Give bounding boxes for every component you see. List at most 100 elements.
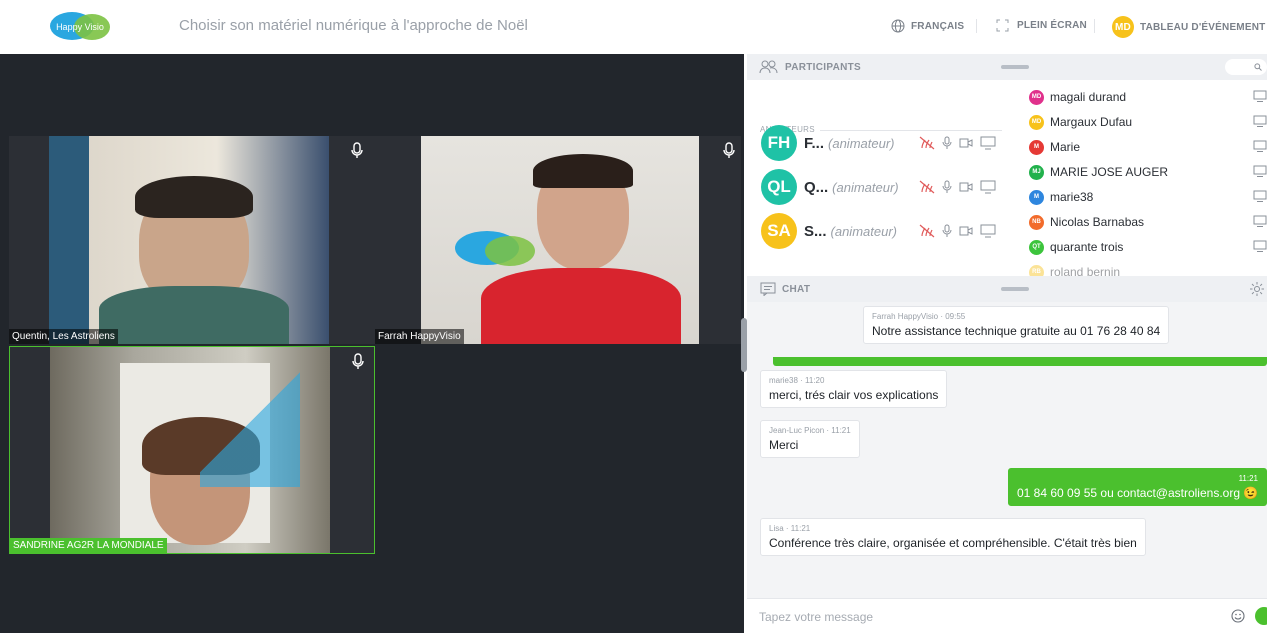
happyvisio-logo[interactable]: Happy Visio	[48, 10, 112, 42]
screen-icon	[1253, 90, 1267, 102]
message-author: Jean-Luc Picon	[769, 426, 825, 435]
logo-text: Happy Visio	[56, 22, 104, 32]
screen-icon	[1253, 115, 1267, 127]
screen-icon	[1253, 140, 1267, 152]
participant-name: magali durand	[1050, 90, 1127, 104]
chat-icon	[760, 282, 776, 296]
hand-off-icon[interactable]	[919, 180, 935, 194]
camera-icon[interactable]	[959, 181, 973, 193]
avatar: MD	[1029, 114, 1044, 130]
microphone-icon[interactable]	[942, 224, 952, 238]
message-author: marie38	[769, 376, 798, 385]
hand-off-icon[interactable]	[919, 136, 935, 150]
avatar: RB	[1029, 264, 1044, 276]
page-title: Choisir son matériel numérique à l'appro…	[179, 17, 528, 34]
participant-name: Quentin, Les Astroliens	[9, 329, 118, 344]
expand-icon	[996, 19, 1009, 32]
participant-row[interactable]: M Marie	[1029, 137, 1267, 157]
camera-icon[interactable]	[959, 137, 973, 149]
avatar: QL	[761, 169, 797, 205]
message-meta: Farrah HappyVisio · 09:55	[872, 312, 966, 321]
microphone-icon[interactable]	[942, 180, 952, 194]
message-text: Notre assistance technique gratuite au 0…	[872, 324, 1161, 338]
participant-name: Margaux Dufau	[1050, 115, 1133, 129]
video-feed	[421, 136, 699, 344]
dashboard-label: TABLEAU D'ÉVÉNEMENT	[1140, 21, 1266, 33]
header-divider	[1094, 19, 1095, 33]
animator-controls	[919, 224, 996, 238]
chat-header[interactable]: CHAT	[747, 276, 1267, 302]
send-button[interactable]	[1255, 607, 1267, 625]
emoji-icon[interactable]	[1231, 609, 1245, 623]
participant-row[interactable]: RB roland bernin	[1029, 262, 1267, 276]
message-text: 01 84 60 09 55 ou contact@astroliens.org…	[1017, 486, 1259, 500]
participant-row[interactable]: NB Nicolas Barnabas	[1029, 212, 1267, 232]
fullscreen-button[interactable]: PLEIN ÉCRAN	[996, 19, 1087, 32]
camera-icon[interactable]	[959, 225, 973, 237]
collapse-handle[interactable]	[1001, 287, 1029, 291]
screen-icon	[1253, 165, 1267, 177]
side-panel: PARTICIPANTS ANIMATEURS FH F... (animate…	[747, 54, 1267, 633]
participant-search[interactable]	[1225, 59, 1267, 75]
video-tile-quentin[interactable]: Quentin, Les Astroliens	[9, 136, 375, 344]
globe-icon	[891, 19, 905, 33]
screen-icon	[1253, 240, 1267, 252]
avatar: QT	[1029, 239, 1044, 255]
animator-name: F...	[804, 134, 825, 152]
hand-off-icon[interactable]	[919, 224, 935, 238]
screen-share-icon[interactable]	[980, 136, 996, 150]
participant-row[interactable]: M marie38	[1029, 187, 1267, 207]
collapse-handle[interactable]	[1001, 65, 1029, 69]
message-meta: Jean-Luc Picon · 11:21	[769, 426, 851, 435]
video-feed	[50, 347, 330, 553]
chat-message: marie38 · 11:20 merci, trés clair vos ex…	[760, 370, 948, 408]
animator-role: (animateur)	[830, 223, 897, 239]
animator-controls	[919, 136, 996, 150]
animator-name: S...	[804, 222, 827, 240]
video-tile-farrah[interactable]: Farrah HappyVisio	[375, 136, 741, 344]
microphone-icon	[349, 142, 365, 160]
animator-controls	[919, 180, 996, 194]
message-text: Merci	[769, 438, 799, 452]
language-label: FRANÇAIS	[911, 20, 965, 32]
chat-message: Farrah HappyVisio · 09:55 Notre assistan…	[863, 306, 1170, 344]
avatar: NB	[1029, 214, 1044, 230]
message-text: Conférence très claire, organisée et com…	[769, 536, 1137, 550]
language-button[interactable]: FRANÇAIS	[891, 19, 964, 33]
message-bubble-edge	[773, 357, 1267, 366]
participant-name: Nicolas Barnabas	[1050, 215, 1145, 229]
microphone-icon	[721, 142, 737, 160]
screen-icon	[1253, 215, 1267, 227]
screen-share-icon[interactable]	[980, 180, 996, 194]
chat-title: CHAT	[782, 283, 811, 295]
animator-role: (animateur)	[832, 179, 899, 195]
participant-row[interactable]: QT quarante trois	[1029, 237, 1267, 257]
participant-name: Farrah HappyVisio	[375, 329, 464, 344]
avatar: MJ	[1029, 164, 1044, 180]
participant-name: MARIE JOSE AUGER	[1050, 165, 1169, 179]
chat-input-bar: Tapez votre message	[747, 598, 1267, 633]
message-meta: marie38 · 11:20	[769, 376, 825, 385]
header-divider	[976, 19, 977, 33]
message-input[interactable]: Tapez votre message	[747, 599, 1217, 633]
settings-icon[interactable]	[1249, 281, 1265, 297]
participant-name: marie38	[1050, 190, 1094, 204]
avatar: SA	[761, 213, 797, 249]
participant-row[interactable]: MD magali durand	[1029, 87, 1267, 107]
microphone-icon[interactable]	[942, 136, 952, 150]
video-grid: Quentin, Les Astroliens Farrah HappyVisi…	[0, 54, 744, 633]
message-time: 11:21	[1238, 474, 1258, 483]
dashboard-button[interactable]: MD TABLEAU D'ÉVÉNEMENT	[1112, 16, 1265, 38]
message-placeholder: Tapez votre message	[759, 610, 874, 624]
chat-message-own: 11:21 01 84 60 09 55 ou contact@astrolie…	[1008, 468, 1267, 506]
participant-row[interactable]: MD Margaux Dufau	[1029, 112, 1267, 132]
microphone-icon	[350, 353, 366, 371]
participants-header[interactable]: PARTICIPANTS	[747, 54, 1267, 80]
video-tile-sandrine[interactable]: SANDRINE AG2R LA MONDIALE	[9, 346, 375, 554]
participant-row[interactable]: MJ MARIE JOSE AUGER	[1029, 162, 1267, 182]
message-author: Farrah HappyVisio	[872, 312, 939, 321]
chat-messages: Farrah HappyVisio · 09:55 Notre assistan…	[747, 302, 1267, 598]
screen-share-icon[interactable]	[980, 224, 996, 238]
message-time: 09:55	[945, 312, 966, 321]
message-meta: Lisa · 11:21	[769, 524, 811, 533]
